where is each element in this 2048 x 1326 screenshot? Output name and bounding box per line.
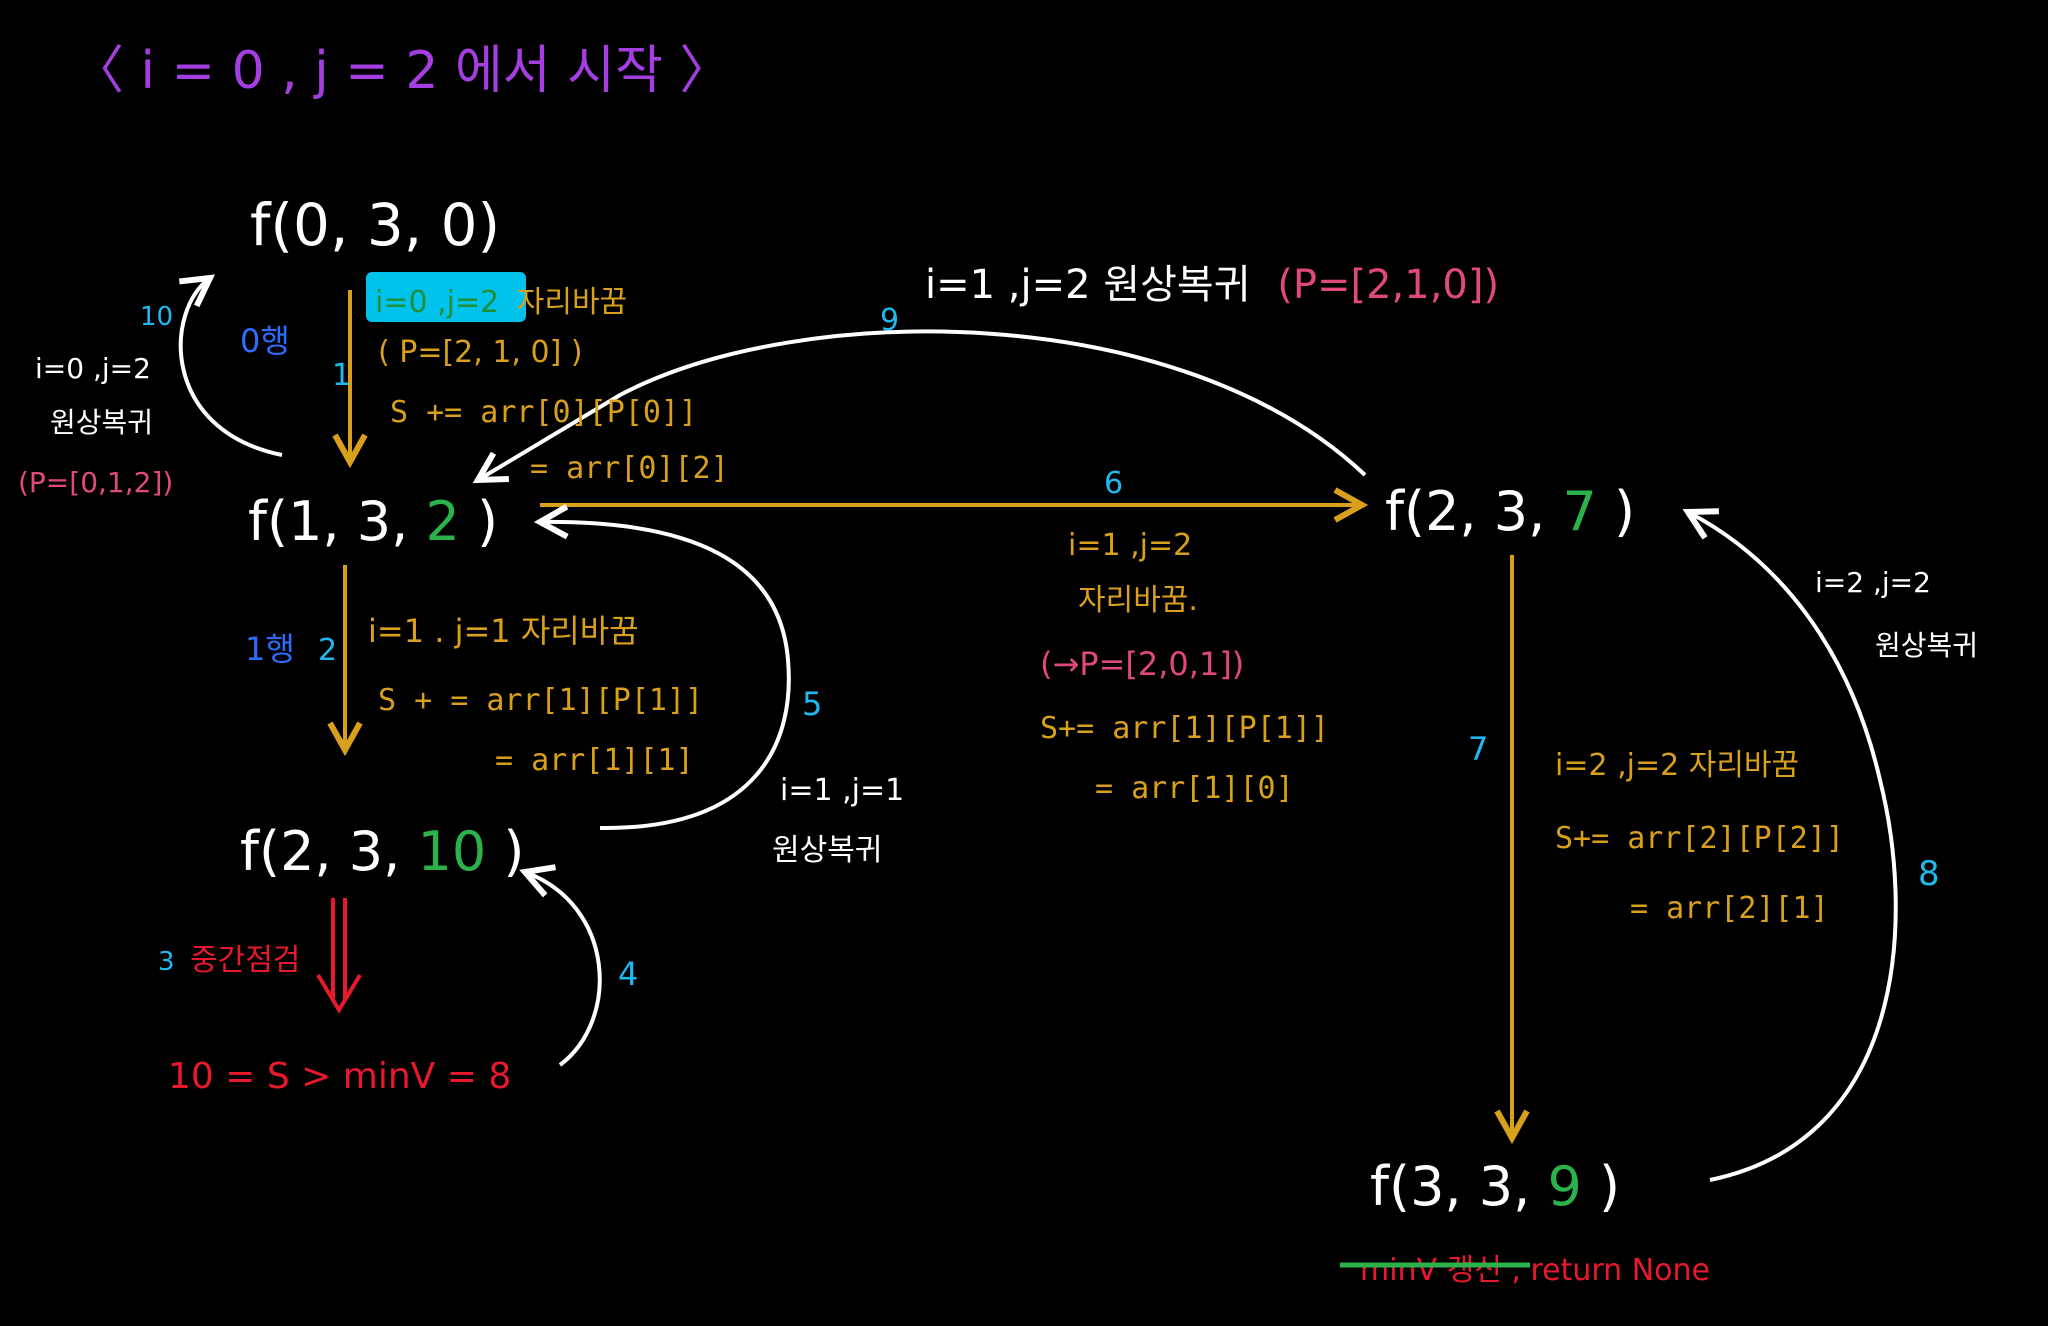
step-number: 1 [332, 358, 351, 393]
step-number: 10 [140, 302, 173, 332]
page-title: 〈 i = 0 , j = 2 에서 시작 〉 [72, 41, 731, 101]
sum-note-b1: S + = arr[1][P[1]] [378, 683, 703, 718]
swap-note-c1: i=1 ,j=2 [1068, 528, 1192, 563]
step-number: 2 [318, 633, 337, 668]
recursion-tree-diagram: 〈 i = 0 , j = 2 에서 시작 〉 f(0, 3, 0) f(1, … [18, 41, 1978, 1288]
prune-condition: 10 = S > minV = 8 [168, 1056, 511, 1097]
node-label: f(2, 3, [240, 820, 400, 883]
step-number: 8 [1918, 854, 1940, 894]
restore-top-perm: (P=[2,1,0]) [1277, 262, 1499, 308]
node-sum-value: 2 [425, 490, 459, 553]
node-sum-value: 9 [1547, 1155, 1581, 1218]
sum-note-d2: = arr[2][1] [1630, 891, 1829, 926]
sum-note-c1: S+= arr[1][P[1]] [1040, 711, 1329, 746]
step-number: 7 [1468, 730, 1488, 768]
node-f-1-3-2: f(1, 3, 2 ) [248, 490, 498, 553]
restore-top-text: i=1 ,j=2 원상복귀 [925, 262, 1251, 308]
restore-note-top: i=1 ,j=2 원상복귀 (P=[2,1,0]) [925, 262, 1499, 308]
struck-text: minV 갱신 [1360, 1253, 1502, 1288]
swap-note-d: i=2 ,j=2 자리바꿈 [1555, 748, 1799, 783]
step-number: 9 [880, 303, 899, 338]
perm-note-a: ( P=[2, 1, 0] ) [378, 335, 583, 370]
perm-note-c: (→P=[2,0,1]) [1040, 645, 1244, 683]
sum-note-b2: = arr[1][1] [495, 743, 694, 778]
swap-note-c2: 자리바꿈. [1078, 583, 1198, 618]
node-close-paren: ) [503, 820, 524, 883]
step-number: 6 [1104, 466, 1123, 501]
step-number: 3 [158, 947, 175, 977]
swap-word: 자리바꿈 [517, 285, 627, 320]
node-f-2-3-7: f(2, 3, 7 ) [1385, 480, 1635, 543]
return-arrow-10 [178, 278, 283, 457]
swap-indices-highlighted: i=0 ,j=2 [375, 285, 499, 320]
node-f-0-3-0: f(0, 3, 0) [250, 191, 500, 259]
row-label-1: 1행 [245, 630, 295, 668]
node-label: f(0, 3, 0) [250, 191, 500, 259]
swap-note-b: i=1 . j=1 자리바꿈 [368, 612, 639, 650]
node-sum-value: 10 [417, 820, 486, 883]
node-f-3-3-9: f(3, 3, 9 ) [1370, 1155, 1620, 1218]
node-label: f(3, 3, [1370, 1155, 1530, 1218]
prune-label: 중간점검 [190, 943, 300, 978]
node-f-2-3-10: f(2, 3, 10 ) [240, 820, 524, 883]
restore-note-right-2: 원상복귀 [1875, 629, 1978, 662]
sum-note-a1: S += arr[0][P[0]] [390, 395, 697, 430]
node-close-paren: ) [1599, 1155, 1620, 1218]
sum-note-d1: S+= arr[2][P[2]] [1555, 821, 1844, 856]
row-label-0: 0행 [240, 322, 290, 360]
sum-note-a2: = arr[0][2] [530, 451, 729, 486]
prune-arrow-head [316, 973, 362, 1014]
node-close-paren: ) [477, 490, 498, 553]
restore-note-right-1: i=2 ,j=2 [1815, 566, 1931, 599]
return-arrow-5 [540, 522, 791, 831]
restore-note-mid-1: i=1 ,j=1 [780, 773, 904, 808]
swap-note-a: i=0 ,j=2 자리바꿈 [375, 285, 627, 320]
return-note: , return None [1511, 1253, 1710, 1288]
node-label: f(1, 3, [248, 490, 408, 553]
sum-note-c2: = arr[1][0] [1095, 771, 1294, 806]
restore-note-left-1: i=0 ,j=2 [35, 352, 151, 385]
return-arrow-4 [525, 872, 602, 1067]
step-number: 4 [618, 955, 638, 993]
node-close-paren: ) [1614, 480, 1635, 543]
step-number: 5 [802, 685, 822, 723]
node-label: f(2, 3, [1385, 480, 1545, 543]
restore-note-mid-2: 원상복귀 [772, 833, 882, 868]
restore-note-left-2: 원상복귀 [50, 406, 153, 439]
node-sum-value: 7 [1562, 480, 1596, 543]
restore-note-left-perm: (P=[0,1,2]) [18, 466, 173, 499]
leaf-outcome: minV 갱신 , return None [1360, 1253, 1710, 1288]
